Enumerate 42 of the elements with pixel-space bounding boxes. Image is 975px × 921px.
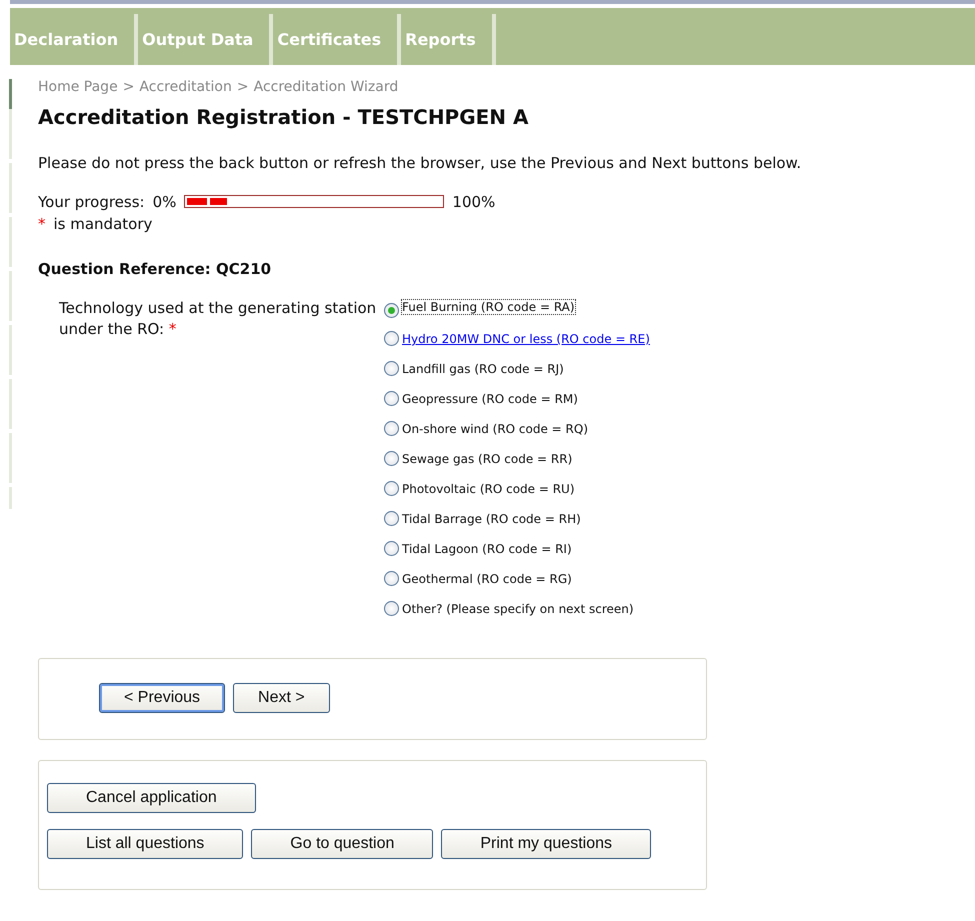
action-button[interactable]: List all questions: [47, 829, 244, 859]
option-label: Sewage gas (RO code = RR): [402, 452, 572, 466]
option-label: Geothermal (RO code = RG): [402, 572, 572, 586]
action-button[interactable]: Print my questions: [441, 829, 651, 859]
option-label: On-shore wind (RO code = RQ): [402, 422, 588, 436]
action-button[interactable]: Go to question: [251, 829, 434, 859]
option-label: Tidal Lagoon (RO code = RI): [402, 542, 572, 556]
option-label: Geopressure (RO code = RM): [402, 392, 578, 406]
action-button[interactable]: Cancel application: [47, 783, 256, 813]
breadcrumb-link[interactable]: Home Page: [38, 77, 118, 98]
option-link[interactable]: Hydro 20MW DNC or less (RO code = RE): [402, 332, 650, 346]
mandatory-note: is mandatory: [54, 214, 152, 235]
notice-text: Please do not press the back button or refresh the browser, use the Previous and Next buttons below.: [38, 153, 802, 174]
progress-end: 100%: [452, 192, 496, 212]
radio-button[interactable]: [384, 361, 399, 376]
radio-button[interactable]: [384, 601, 399, 616]
radio-button[interactable]: [384, 451, 399, 466]
radio-button[interactable]: [384, 541, 399, 556]
breadcrumb-separator: >: [122, 78, 134, 97]
radio-button[interactable]: [384, 481, 399, 496]
question-label: Technology used at the generating station under the RO: *: [59, 299, 376, 338]
option-label: Photovoltaic (RO code = RU): [402, 482, 575, 496]
option-label: Fuel Burning (RO code = RA): [402, 300, 575, 314]
radio-button[interactable]: [384, 331, 399, 346]
required-mark: *: [38, 214, 46, 235]
breadcrumb-link[interactable]: Accreditation Wizard: [254, 77, 398, 98]
radio-button[interactable]: [384, 421, 399, 436]
question-reference: Question Reference: QC210: [38, 258, 272, 280]
option-label: Tidal Barrage (RO code = RH): [402, 512, 581, 526]
radio-button[interactable]: [384, 571, 399, 586]
progress-start: 0%: [152, 192, 176, 212]
page-title: Accreditation Registration - TESTCHPGEN A: [38, 104, 530, 131]
radio-button[interactable]: [384, 511, 399, 526]
option-label: Other? (Please specify on next screen): [402, 602, 634, 616]
option-label: Landfill gas (RO code = RJ): [402, 362, 564, 376]
radio-button[interactable]: [384, 391, 399, 406]
nav-button[interactable]: < Previous: [99, 683, 226, 713]
progress-label: Your progress:: [38, 192, 145, 212]
breadcrumb-separator: >: [236, 78, 249, 97]
nav-button[interactable]: Next >: [233, 683, 330, 713]
breadcrumb-link[interactable]: Accreditation: [139, 77, 232, 98]
radio-button[interactable]: [384, 303, 399, 318]
